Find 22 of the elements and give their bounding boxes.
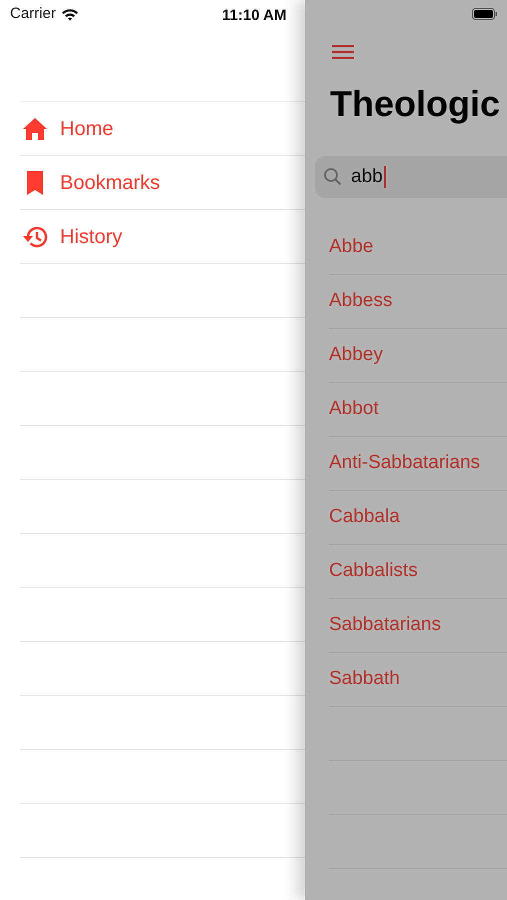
menu-icon[interactable] xyxy=(332,45,354,59)
carrier-label: Carrier xyxy=(10,4,56,24)
result-item[interactable]: Anti-Sabbatarians xyxy=(329,449,480,478)
wifi-icon xyxy=(60,8,79,20)
history-icon xyxy=(22,224,48,248)
result-item[interactable]: Abbey xyxy=(329,341,383,370)
result-item[interactable]: Abbess xyxy=(329,287,392,316)
search-field[interactable]: abb xyxy=(315,156,507,198)
result-item[interactable]: Cabbala xyxy=(329,503,400,532)
menu-item[interactable]: History xyxy=(60,222,122,252)
result-item[interactable]: Cabbalists xyxy=(329,557,418,586)
result-item[interactable]: Sabbatarians xyxy=(329,611,441,640)
search-icon xyxy=(323,167,343,187)
page-title: Theologic xyxy=(330,86,500,122)
status-time: 11:10 AM xyxy=(222,6,286,26)
menu-item[interactable]: Bookmarks xyxy=(60,168,160,198)
result-item[interactable]: Abbot xyxy=(329,395,379,424)
menu-item[interactable]: Home xyxy=(60,114,114,144)
result-item[interactable]: Sabbath xyxy=(329,665,400,694)
result-item[interactable]: Abbe xyxy=(329,233,374,262)
home-icon xyxy=(22,116,48,140)
battery-icon xyxy=(472,8,498,20)
